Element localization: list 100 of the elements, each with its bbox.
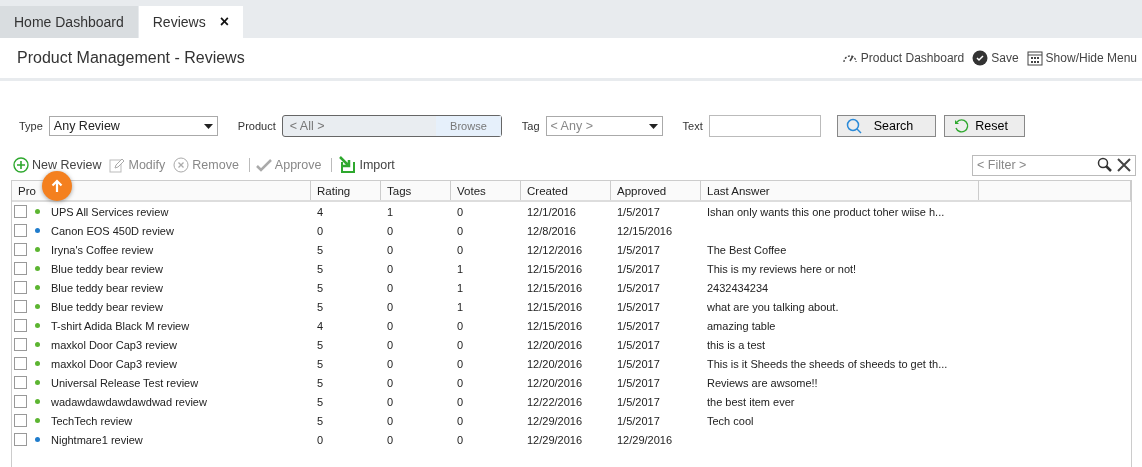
table-cell-text: 0: [456, 395, 465, 408]
row-checkbox[interactable]: [14, 243, 27, 256]
table-cell-text: 5: [316, 338, 325, 351]
toolbar-button[interactable]: Import: [338, 156, 399, 174]
table-cell-text: 12/8/2016: [526, 224, 577, 237]
table-cell: Universal Release Test review: [51, 376, 199, 389]
table-cell-text: 12/29/2016: [616, 433, 674, 446]
column-header[interactable]: Votes: [451, 181, 521, 200]
column-header[interactable]: Last Answer: [701, 181, 979, 200]
table-cell-text: 5: [316, 395, 325, 408]
row-checkbox[interactable]: [14, 319, 27, 332]
table-cell-text: This is it Sheeds the sheeds of sheeds to get th...: [706, 357, 949, 370]
row-checkbox[interactable]: [14, 300, 27, 313]
checkmark-icon: [255, 158, 272, 172]
table-cell: Blue teddy bear review: [51, 281, 163, 294]
table-cell-text: 0: [456, 433, 465, 446]
search-icon[interactable]: [1097, 157, 1113, 173]
table-cell-text: The Best Coffee: [706, 243, 788, 256]
tab-label: Reviews: [152, 14, 206, 30]
header-action-link[interactable]: Show/Hide Menu: [1026, 50, 1137, 66]
table-cell-text: 0: [316, 224, 325, 237]
dropdown-caret-icon: [648, 123, 658, 129]
table-cell-text: 0: [316, 433, 325, 446]
table-cell: Iryna's Coffee review: [51, 243, 154, 256]
table-cell-text: 2432434234: [706, 281, 770, 294]
table-cell-text: 1/5/2017: [616, 262, 661, 275]
product-field[interactable]: < All > Browse: [281, 115, 502, 137]
row-checkbox[interactable]: [14, 262, 27, 275]
table-cell-text: 0: [386, 243, 395, 256]
table-cell-text: 5: [316, 262, 325, 275]
column-header[interactable]: Approved: [611, 181, 701, 200]
table-cell-text: 1/5/2017: [616, 281, 661, 294]
browse-button[interactable]: Browse: [436, 116, 501, 136]
row-checkbox[interactable]: [14, 395, 27, 408]
row-checkbox[interactable]: [14, 224, 27, 237]
table-cell: maxkol Door Cap3 review: [51, 357, 177, 370]
row-checkbox[interactable]: [14, 338, 27, 351]
table-cell-text: 0: [386, 395, 395, 408]
tab-label: Home Dashboard: [14, 14, 124, 30]
table-cell-text: Reviews are awsome!!: [706, 376, 819, 389]
table-cell-text: 5: [316, 300, 325, 313]
search-icon: [845, 118, 862, 134]
row-checkbox[interactable]: [14, 376, 27, 389]
table-cell-text: Ishan only wants this one product toher wiise h...: [706, 205, 946, 218]
table-cell-text: 1/5/2017: [616, 395, 661, 408]
type-dropdown[interactable]: Any Review: [48, 116, 218, 136]
table-cell-text: 12/15/2016: [526, 262, 584, 275]
reset-button[interactable]: Reset: [944, 115, 1025, 137]
search-button[interactable]: Search: [836, 115, 937, 137]
table-cell-text: 5: [316, 281, 325, 294]
table-cell-text: 1/5/2017: [616, 300, 661, 313]
table-cell: Canon EOS 450D review: [51, 224, 174, 237]
row-checkbox[interactable]: [14, 357, 27, 370]
table-cell-text: 0: [386, 281, 395, 294]
table-cell-text: 12/15/2016: [526, 319, 584, 332]
filter-field[interactable]: < Filter >: [972, 154, 1136, 176]
table-cell-text: 12/29/2016: [526, 433, 584, 446]
toolbar-button[interactable]: New Review: [13, 157, 106, 173]
table-cell-text: 1/5/2017: [616, 414, 661, 427]
table-cell-text: 12/15/2016: [526, 281, 584, 294]
tab[interactable]: Reviews ×: [138, 6, 243, 38]
table-cell-text: 4: [316, 319, 325, 332]
table-cell-text: 12/15/2016: [526, 300, 584, 313]
table-cell-text: 0: [456, 224, 465, 237]
table-cell-text: 0: [386, 319, 395, 332]
field-label: Type: [19, 120, 43, 132]
field-label: Product: [237, 120, 276, 132]
header-action-link[interactable]: Save: [972, 50, 1019, 66]
table-cell-text: 5: [316, 376, 325, 389]
row-checkbox[interactable]: [14, 414, 27, 427]
table-cell-text: 0: [456, 319, 465, 332]
table-cell-text: 1/5/2017: [616, 376, 661, 389]
table-cell: TechTech review: [51, 414, 133, 427]
table-cell-text: 0: [386, 376, 395, 389]
table-cell-text: 1: [456, 262, 465, 275]
table-cell-text: 0: [456, 205, 465, 218]
header-action-link[interactable]: Product Dashboard: [841, 50, 965, 66]
tab[interactable]: Home Dashboard: [0, 6, 138, 38]
table-cell-text: 4: [316, 205, 325, 218]
column-header[interactable]: Tags: [381, 181, 451, 200]
row-checkbox[interactable]: [14, 281, 27, 294]
close-icon[interactable]: [1116, 157, 1132, 173]
row-checkbox[interactable]: [14, 433, 27, 446]
table-cell-text: 0: [456, 338, 465, 351]
table-cell-text: 1/5/2017: [616, 338, 661, 351]
table-cell-text: 1: [456, 281, 465, 294]
table-cell: Blue teddy bear review: [51, 300, 163, 313]
table-cell-text: 5: [316, 414, 325, 427]
column-header[interactable]: Rating: [311, 181, 381, 200]
close-icon[interactable]: ×: [219, 13, 229, 31]
table-cell-text: 1: [386, 205, 395, 218]
table-cell-text: 12/20/2016: [526, 357, 584, 370]
column-header[interactable]: Created: [521, 181, 611, 200]
row-checkbox[interactable]: [14, 205, 27, 218]
table-cell-text: 12/20/2016: [526, 376, 584, 389]
table-cell-text: this is a test: [706, 338, 767, 351]
scroll-up-button[interactable]: [42, 171, 72, 201]
plus-circle-icon: [13, 157, 29, 173]
tag-dropdown[interactable]: < Any >: [545, 116, 663, 136]
text-field[interactable]: [708, 115, 821, 137]
